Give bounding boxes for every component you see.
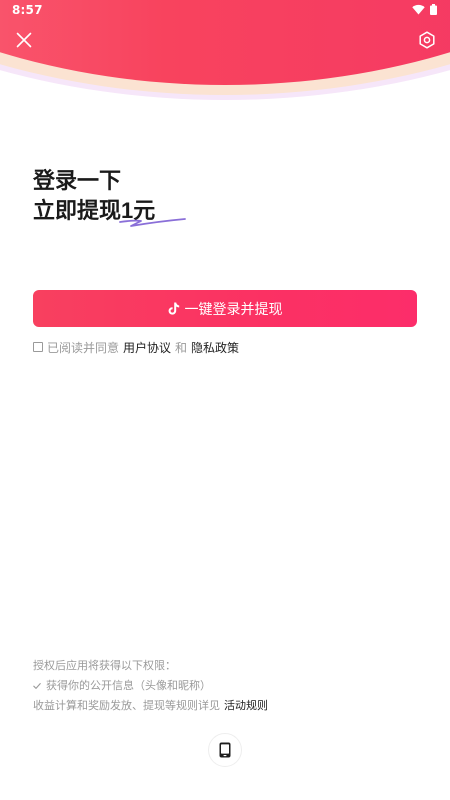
agreement-conjunction: 和 xyxy=(175,340,188,355)
settings-button[interactable] xyxy=(413,26,441,54)
agreement-prefix: 已阅读并同意 xyxy=(47,340,120,355)
phone-login-button[interactable] xyxy=(208,733,242,767)
close-icon xyxy=(16,32,32,48)
permission-item: 获得你的公开信息（头像和昵称） xyxy=(33,676,268,696)
tiktok-icon xyxy=(168,302,179,315)
permissions-intro: 授权后应用将获得以下权限： xyxy=(33,659,176,672)
headline-line-1: 登录一下 xyxy=(33,168,122,193)
privacy-policy-link[interactable]: 隐私政策 xyxy=(191,339,239,356)
rules-text: 收益计算和奖励发放、提现等规则详见 xyxy=(33,699,220,712)
check-icon xyxy=(33,683,41,689)
phone-icon xyxy=(219,742,231,758)
hexagon-settings-icon xyxy=(419,31,435,49)
status-time: 8:57 xyxy=(12,3,43,17)
headline-line-2-wrap: 立即提现1元 xyxy=(33,196,186,227)
close-button[interactable] xyxy=(10,26,38,54)
one-click-login-button[interactable]: 一键登录并提现 xyxy=(33,290,417,327)
login-button-label: 一键登录并提现 xyxy=(184,300,283,317)
wifi-icon xyxy=(412,4,425,15)
headline: 登录一下 立即提现1元 xyxy=(33,166,186,227)
status-bar: 8:57 xyxy=(0,0,450,22)
agreement-row: 已阅读并同意 用户协议 和 隐私政策 xyxy=(33,338,243,356)
squiggle-underline-icon xyxy=(119,218,186,227)
agreement-checkbox[interactable] xyxy=(33,342,43,352)
activity-rules-link[interactable]: 活动规则 xyxy=(224,699,268,712)
user-agreement-link[interactable]: 用户协议 xyxy=(123,339,171,356)
rules-line: 收益计算和奖励发放、提现等规则详见 活动规则 xyxy=(33,696,268,716)
permission-item-text: 获得你的公开信息（头像和昵称） xyxy=(46,679,211,692)
battery-icon xyxy=(430,4,437,15)
permissions-info: 授权后应用将获得以下权限： 获得你的公开信息（头像和昵称） 收益计算和奖励发放、… xyxy=(33,656,268,716)
